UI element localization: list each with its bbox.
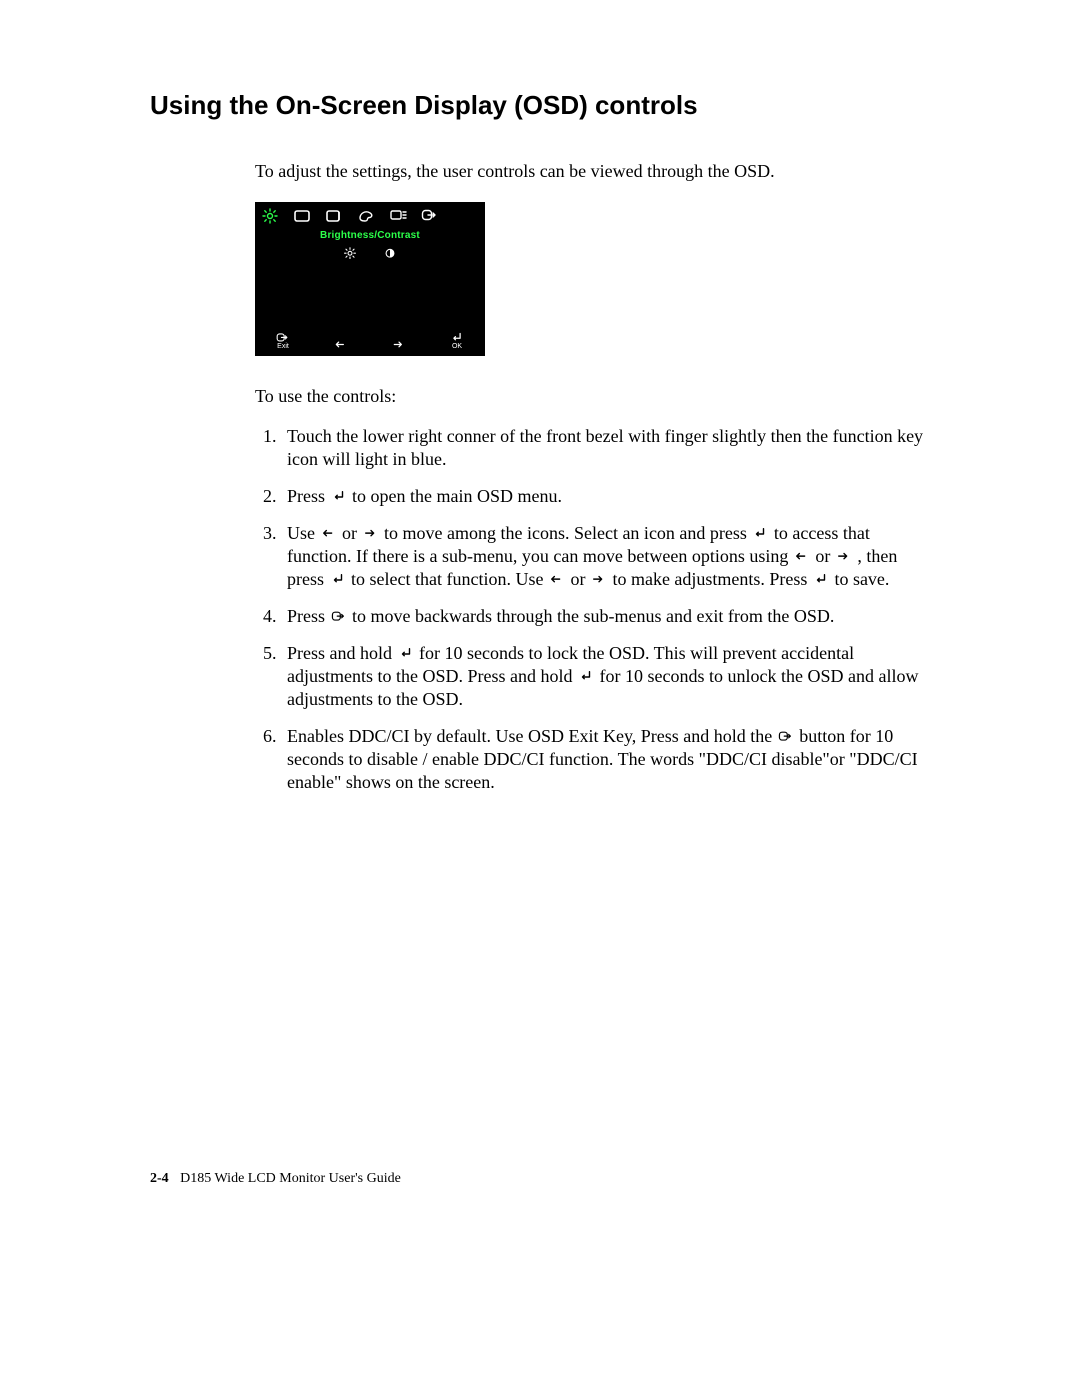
osd-footer-right (392, 339, 406, 350)
page-footer: 2-4 D185 Wide LCD Monitor User's Guide (150, 1171, 401, 1187)
step-4: Press to move backwards through the sub-… (281, 605, 930, 628)
contrast-icon (383, 247, 397, 261)
osd-footer-exit: Exit (276, 332, 290, 350)
left-icon (334, 339, 348, 349)
page-heading: Using the On-Screen Display (OSD) contro… (150, 90, 930, 121)
sun-icon (343, 247, 357, 261)
enter-icon (812, 573, 830, 587)
enter-icon (397, 647, 415, 661)
exit-icon (777, 730, 795, 744)
image-setup-icon (325, 208, 343, 224)
right-icon (392, 339, 406, 349)
osd-footer: Exit OK (255, 327, 485, 356)
exit-icon (330, 610, 348, 624)
position-icon (293, 208, 311, 224)
osd-panel: Brightness/Contrast Exit OK (255, 202, 485, 356)
brightness-icon (261, 208, 279, 224)
left-icon (548, 573, 566, 587)
osd-footer-exit-label: Exit (277, 343, 289, 350)
options-icon (389, 208, 407, 224)
osd-body (255, 267, 485, 327)
steps-list: Touch the lower right conner of the fron… (255, 425, 930, 794)
exit-icon (421, 208, 439, 224)
right-icon (362, 527, 380, 541)
osd-footer-left (334, 339, 348, 350)
enter-icon (450, 332, 464, 342)
step-1: Touch the lower right conner of the fron… (281, 425, 930, 471)
osd-figure: Brightness/Contrast Exit OK (255, 202, 930, 356)
osd-footer-ok: OK (450, 332, 464, 350)
exit-icon (276, 332, 290, 342)
footer-title: D185 Wide LCD Monitor User's Guide (180, 1171, 401, 1186)
osd-footer-ok-label: OK (452, 343, 462, 350)
intro-text: To adjust the settings, the user control… (255, 161, 930, 182)
step-5: Press and hold for 10 seconds to lock th… (281, 642, 930, 711)
image-props-icon (357, 208, 375, 224)
enter-icon (751, 527, 769, 541)
osd-sub-row (255, 247, 485, 267)
enter-icon (330, 490, 348, 504)
left-icon (320, 527, 338, 541)
step-2: Press to open the main OSD menu. (281, 485, 930, 508)
right-icon (835, 550, 853, 564)
right-icon (590, 573, 608, 587)
osd-tab-row (255, 202, 485, 226)
left-icon (793, 550, 811, 564)
osd-title: Brightness/Contrast (255, 226, 485, 247)
steps-lead: To use the controls: (255, 386, 930, 407)
step-6: Enables DDC/CI by default. Use OSD Exit … (281, 725, 930, 794)
enter-icon (329, 573, 347, 587)
page-number: 2-4 (150, 1171, 169, 1186)
step-3: Use or to move among the icons. Select a… (281, 522, 930, 591)
enter-icon (577, 670, 595, 684)
